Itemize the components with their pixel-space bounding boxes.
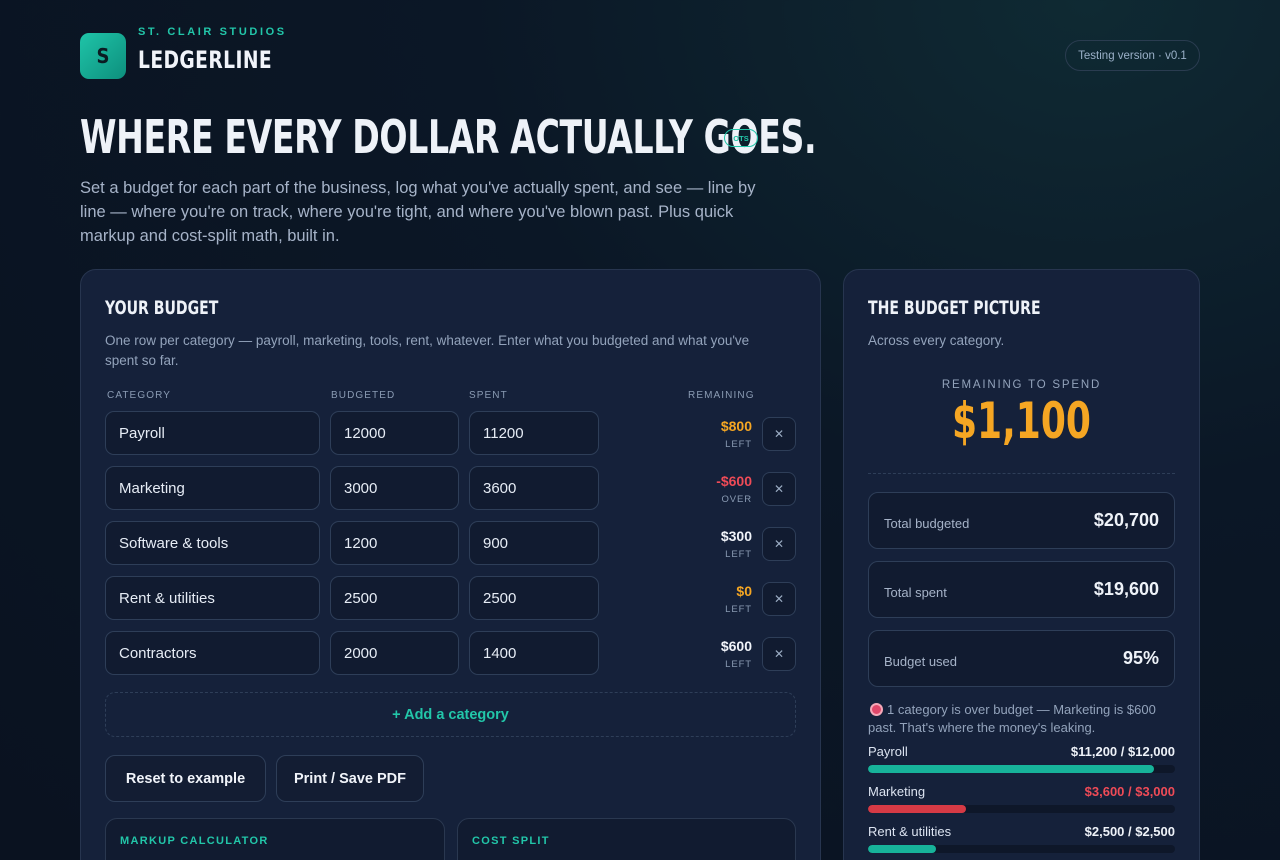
bar-category-value: $2,500 / $2,500: [1084, 824, 1175, 839]
spent-input[interactable]: 900: [469, 521, 599, 565]
spent-input[interactable]: 2500: [469, 576, 599, 620]
stat-value: $19,600: [1093, 579, 1159, 599]
hero-title: WHERE EVERY DOLLAR ACTUALLY GOES.: [80, 110, 817, 164]
logo-letter: S: [96, 44, 110, 68]
remaining-total-value: $1,100: [952, 392, 1091, 450]
stat-value: 95%: [1122, 648, 1159, 668]
remaining-value: $600: [720, 638, 752, 654]
remaining-value: $0: [736, 583, 752, 599]
over-budget-alert: 1 category is over budget — Marketing is…: [868, 702, 1156, 735]
budget-subtitle: One row per category — payroll, marketin…: [105, 333, 750, 368]
bar-category-name: Marketing: [868, 784, 926, 799]
remaining-status: LEFT: [725, 659, 752, 670]
version-badge: Testing version · v0.1: [1065, 40, 1200, 71]
budgeted-input[interactable]: 3000: [330, 466, 459, 510]
close-icon: ✕: [773, 537, 785, 551]
remaining-value: $800: [720, 418, 752, 434]
remaining-status: LEFT: [725, 549, 752, 560]
remove-row-button[interactable]: ✕: [762, 527, 796, 561]
column-header-remaining: REMAINING: [688, 390, 755, 401]
app-logo: S: [80, 33, 126, 79]
stat-value: $20,700: [1093, 510, 1159, 530]
progress-bar-fill: [868, 805, 967, 813]
category-input[interactable]: Contractors: [105, 631, 320, 675]
budgeted-input[interactable]: 2500: [330, 576, 459, 620]
budgeted-input[interactable]: 1200: [330, 521, 459, 565]
budget-title: YOUR BUDGET: [105, 297, 219, 319]
progress-bar-fill: [868, 765, 1155, 773]
remove-row-button[interactable]: ✕: [762, 472, 796, 506]
reset-button[interactable]: Reset to example: [105, 755, 266, 802]
spent-input[interactable]: 3600: [469, 466, 599, 510]
remaining-status: LEFT: [725, 604, 752, 615]
column-header-spent: SPENT: [469, 390, 508, 401]
studio-name: ST. CLAIR STUDIOS: [138, 26, 287, 38]
bar-category-value: $3,600 / $3,000: [1084, 784, 1175, 799]
column-header-budgeted: BUDGETED: [331, 390, 396, 401]
column-header-category: CATEGORY: [107, 390, 171, 401]
progress-bar-track: [868, 805, 1175, 813]
close-icon: ✕: [773, 482, 785, 496]
budget-picture-title: THE BUDGET PICTURE: [868, 297, 1041, 319]
bar-category-name: Payroll: [868, 744, 908, 759]
progress-bar-track: [868, 845, 1175, 853]
remaining-label: REMAINING TO SPEND: [941, 379, 1102, 391]
app-name: LEDGERLINE: [138, 46, 273, 74]
stat-total-budgeted: Total budgeted $20,700: [868, 492, 1175, 549]
add-category-button[interactable]: + Add a category: [105, 692, 796, 737]
progress-bar-track: [868, 765, 1175, 773]
bar-category-name: Rent & utilities: [868, 824, 952, 839]
budget-picture-subtitle: Across every category.: [868, 333, 1005, 348]
markup-calculator-label: MARKUP CALCULATOR: [120, 835, 269, 847]
category-input[interactable]: Software & tools: [105, 521, 320, 565]
close-icon: ✕: [773, 647, 785, 661]
spent-input[interactable]: 1400: [469, 631, 599, 675]
spent-input[interactable]: 11200: [469, 411, 599, 455]
cost-split-label: COST SPLIT: [472, 835, 550, 847]
budgeted-input[interactable]: 2000: [330, 631, 459, 675]
print-button[interactable]: Print / Save PDF: [276, 755, 424, 802]
stat-label: Total budgeted: [884, 516, 970, 531]
budgeted-input[interactable]: 12000: [330, 411, 459, 455]
category-input[interactable]: Payroll: [105, 411, 320, 455]
close-icon: ✕: [773, 592, 785, 606]
divider: [868, 473, 1175, 474]
progress-bar-fill: [868, 845, 936, 853]
stat-label: Budget used: [884, 654, 958, 669]
stat-total-spent: Total spent $19,600: [868, 561, 1175, 618]
stat-label: Total spent: [884, 585, 947, 600]
remaining-value: -$600: [716, 473, 752, 489]
category-input[interactable]: Marketing: [105, 466, 320, 510]
close-icon: ✕: [773, 427, 785, 441]
remaining-total: $1,100: [843, 392, 1200, 450]
remaining-status: LEFT: [725, 439, 752, 450]
remove-row-button[interactable]: ✕: [762, 417, 796, 451]
ots-badge: OTS: [724, 129, 758, 147]
category-input[interactable]: Rent & utilities: [105, 576, 320, 620]
remaining-value: $300: [720, 528, 752, 544]
stat-budget-used: Budget used 95%: [868, 630, 1175, 687]
remove-row-button[interactable]: ✕: [762, 637, 796, 671]
remove-row-button[interactable]: ✕: [762, 582, 796, 616]
hero-description: Set a budget for each part of the busine…: [80, 179, 756, 245]
remaining-status: OVER: [721, 494, 752, 505]
bar-category-value: $11,200 / $12,000: [1070, 744, 1175, 759]
